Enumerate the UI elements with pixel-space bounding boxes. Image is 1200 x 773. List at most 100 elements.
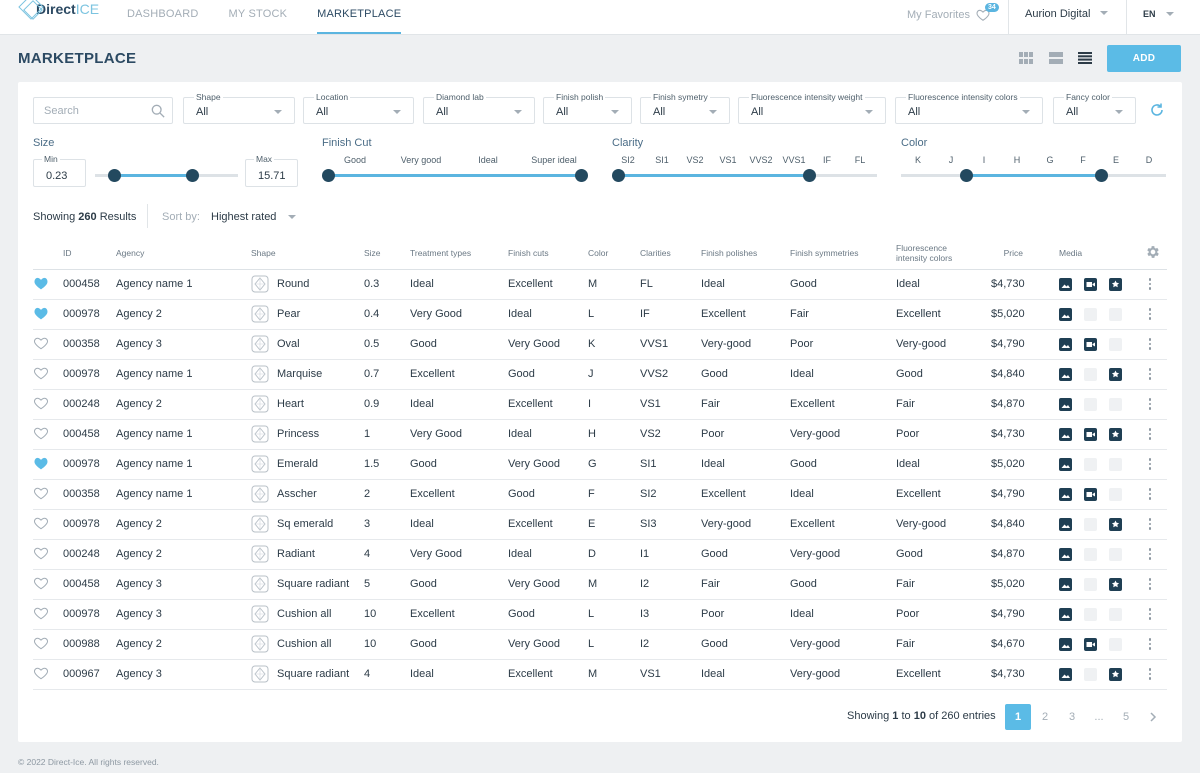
- row-menu-button[interactable]: [1145, 659, 1167, 690]
- table-row[interactable]: 000248 Agency 2 Radiant 4 Very Good Ideal D I1 G…: [33, 539, 1167, 570]
- photo-icon[interactable]: [1059, 427, 1072, 441]
- column-header[interactable]: Finish cuts: [508, 237, 588, 270]
- more-vertical-icon[interactable]: [1145, 548, 1155, 560]
- row-menu-button[interactable]: [1145, 539, 1167, 570]
- table-row[interactable]: 000978 Agency 3 Cushion all 10 Excellent Good…: [33, 599, 1167, 630]
- more-vertical-icon[interactable]: [1145, 668, 1155, 680]
- more-vertical-icon[interactable]: [1145, 578, 1155, 590]
- more-vertical-icon[interactable]: [1145, 398, 1155, 410]
- row-menu-button[interactable]: [1145, 569, 1167, 600]
- favorite-toggle[interactable]: [33, 329, 63, 360]
- favorite-toggle[interactable]: [33, 599, 63, 630]
- favorite-toggle[interactable]: [33, 659, 63, 690]
- video-icon[interactable]: [1084, 427, 1097, 441]
- certificate-icon[interactable]: [1109, 667, 1122, 681]
- favorite-toggle[interactable]: [33, 359, 63, 390]
- size-min-input[interactable]: Min 0.23: [33, 154, 86, 187]
- table-row[interactable]: 000967 Agency 3 Square radiant 4 Ideal Excell…: [33, 659, 1167, 690]
- table-row[interactable]: 000248 Agency 2 Heart 0.9 Ideal Excellent I VS1…: [33, 389, 1167, 420]
- add-button[interactable]: ADD: [1107, 45, 1181, 72]
- search-icon[interactable]: [151, 104, 165, 118]
- filter-diamond-lab[interactable]: Diamond lab All: [423, 92, 535, 124]
- page-button-2[interactable]: 2: [1032, 704, 1058, 730]
- finish-cut-min-handle[interactable]: [322, 169, 335, 182]
- column-header[interactable]: Color: [588, 237, 640, 270]
- photo-icon[interactable]: [1059, 607, 1072, 621]
- more-vertical-icon[interactable]: [1145, 488, 1155, 500]
- sort-select[interactable]: Highest rated: [211, 211, 276, 223]
- more-vertical-icon[interactable]: [1145, 518, 1155, 530]
- favorite-toggle[interactable]: [33, 479, 63, 510]
- more-vertical-icon[interactable]: [1145, 638, 1155, 650]
- heart-outline-icon[interactable]: [33, 666, 49, 680]
- row-menu-button[interactable]: [1145, 329, 1167, 360]
- color-max-handle[interactable]: [1095, 169, 1108, 182]
- favorite-toggle[interactable]: [33, 419, 63, 450]
- heart-filled-icon[interactable]: [33, 276, 49, 290]
- photo-icon[interactable]: [1059, 547, 1072, 561]
- my-favorites-link[interactable]: My Favorites: [907, 8, 990, 22]
- chevron-down-icon[interactable]: [1100, 11, 1108, 15]
- filter-fluorescence-intensity-weight[interactable]: Fluorescence intensity weight All: [738, 92, 886, 124]
- column-header[interactable]: Finish polishes: [701, 237, 790, 270]
- next-page-button[interactable]: [1140, 704, 1166, 730]
- heart-outline-icon[interactable]: [33, 366, 49, 380]
- nav-dashboard[interactable]: DASHBOARD: [127, 0, 198, 35]
- filter-finish-polish[interactable]: Finish polish All: [543, 92, 632, 124]
- list-view-icon[interactable]: [1078, 52, 1092, 64]
- table-row[interactable]: 000978 Agency 2 Sq emerald 3 Ideal Excellent E…: [33, 509, 1167, 540]
- chevron-down-icon[interactable]: [1166, 12, 1174, 16]
- more-vertical-icon[interactable]: [1145, 278, 1155, 290]
- size-max-input[interactable]: Max 15.71: [245, 154, 298, 187]
- heart-filled-icon[interactable]: [33, 306, 49, 320]
- certificate-icon[interactable]: [1109, 367, 1122, 381]
- favorite-toggle[interactable]: [33, 269, 63, 300]
- settings-gear-icon[interactable]: [1145, 244, 1161, 260]
- column-header[interactable]: ID: [63, 237, 116, 270]
- certificate-icon[interactable]: [1109, 427, 1122, 441]
- heart-outline-icon[interactable]: [33, 426, 49, 440]
- photo-icon[interactable]: [1059, 307, 1072, 321]
- row-menu-button[interactable]: [1145, 629, 1167, 660]
- row-menu-button[interactable]: [1145, 419, 1167, 450]
- row-menu-button[interactable]: [1145, 389, 1167, 420]
- brand-logo[interactable]: DirectICE: [18, 0, 99, 30]
- table-row[interactable]: 000358 Agency 3 Oval 0.5 Good Very Good K VVS1 V…: [33, 329, 1167, 360]
- filter-fluorescence-intensity-colors[interactable]: Fluorescence intensity colors All: [895, 92, 1043, 124]
- favorite-toggle[interactable]: [33, 569, 63, 600]
- heart-outline-icon[interactable]: [33, 396, 49, 410]
- favorite-toggle[interactable]: [33, 629, 63, 660]
- photo-icon[interactable]: [1059, 277, 1072, 291]
- photo-icon[interactable]: [1059, 397, 1072, 411]
- column-header[interactable]: Price: [991, 237, 1059, 270]
- filter-finish-symetry[interactable]: Finish symetry All: [640, 92, 730, 124]
- size-max-handle[interactable]: [186, 169, 199, 182]
- page-button-1[interactable]: 1: [1005, 704, 1031, 730]
- column-header[interactable]: Clarities: [640, 237, 701, 270]
- heart-outline-icon[interactable]: [33, 486, 49, 500]
- card-view-icon[interactable]: [1049, 52, 1063, 64]
- heart-outline-icon[interactable]: [33, 546, 49, 560]
- column-header[interactable]: Fluorescence intensity colors: [896, 237, 991, 270]
- table-row[interactable]: 000988 Agency 2 Cushion all 10 Good Very Good…: [33, 629, 1167, 660]
- more-vertical-icon[interactable]: [1145, 608, 1155, 620]
- row-menu-button[interactable]: [1145, 299, 1167, 330]
- table-row[interactable]: 000978 Agency 2 Pear 0.4 Very Good Ideal L IF Ex…: [33, 299, 1167, 330]
- column-header[interactable]: Finish symmetries: [790, 237, 896, 270]
- filter-fancy-color[interactable]: Fancy color All: [1053, 92, 1136, 124]
- more-vertical-icon[interactable]: [1145, 458, 1155, 470]
- photo-icon[interactable]: [1059, 577, 1072, 591]
- clarity-max-handle[interactable]: [803, 169, 816, 182]
- filter-location[interactable]: Location All: [303, 92, 414, 124]
- language-selector[interactable]: EN: [1143, 9, 1156, 19]
- grid-view-icon[interactable]: [1019, 52, 1033, 64]
- row-menu-button[interactable]: [1145, 509, 1167, 540]
- photo-icon[interactable]: [1059, 337, 1072, 351]
- column-header[interactable]: Agency: [116, 237, 251, 270]
- chevron-down-icon[interactable]: [288, 215, 296, 219]
- certificate-icon[interactable]: [1109, 517, 1122, 531]
- finish-cut-max-handle[interactable]: [575, 169, 588, 182]
- more-vertical-icon[interactable]: [1145, 338, 1155, 350]
- video-icon[interactable]: [1084, 337, 1097, 351]
- favorite-toggle[interactable]: [33, 389, 63, 420]
